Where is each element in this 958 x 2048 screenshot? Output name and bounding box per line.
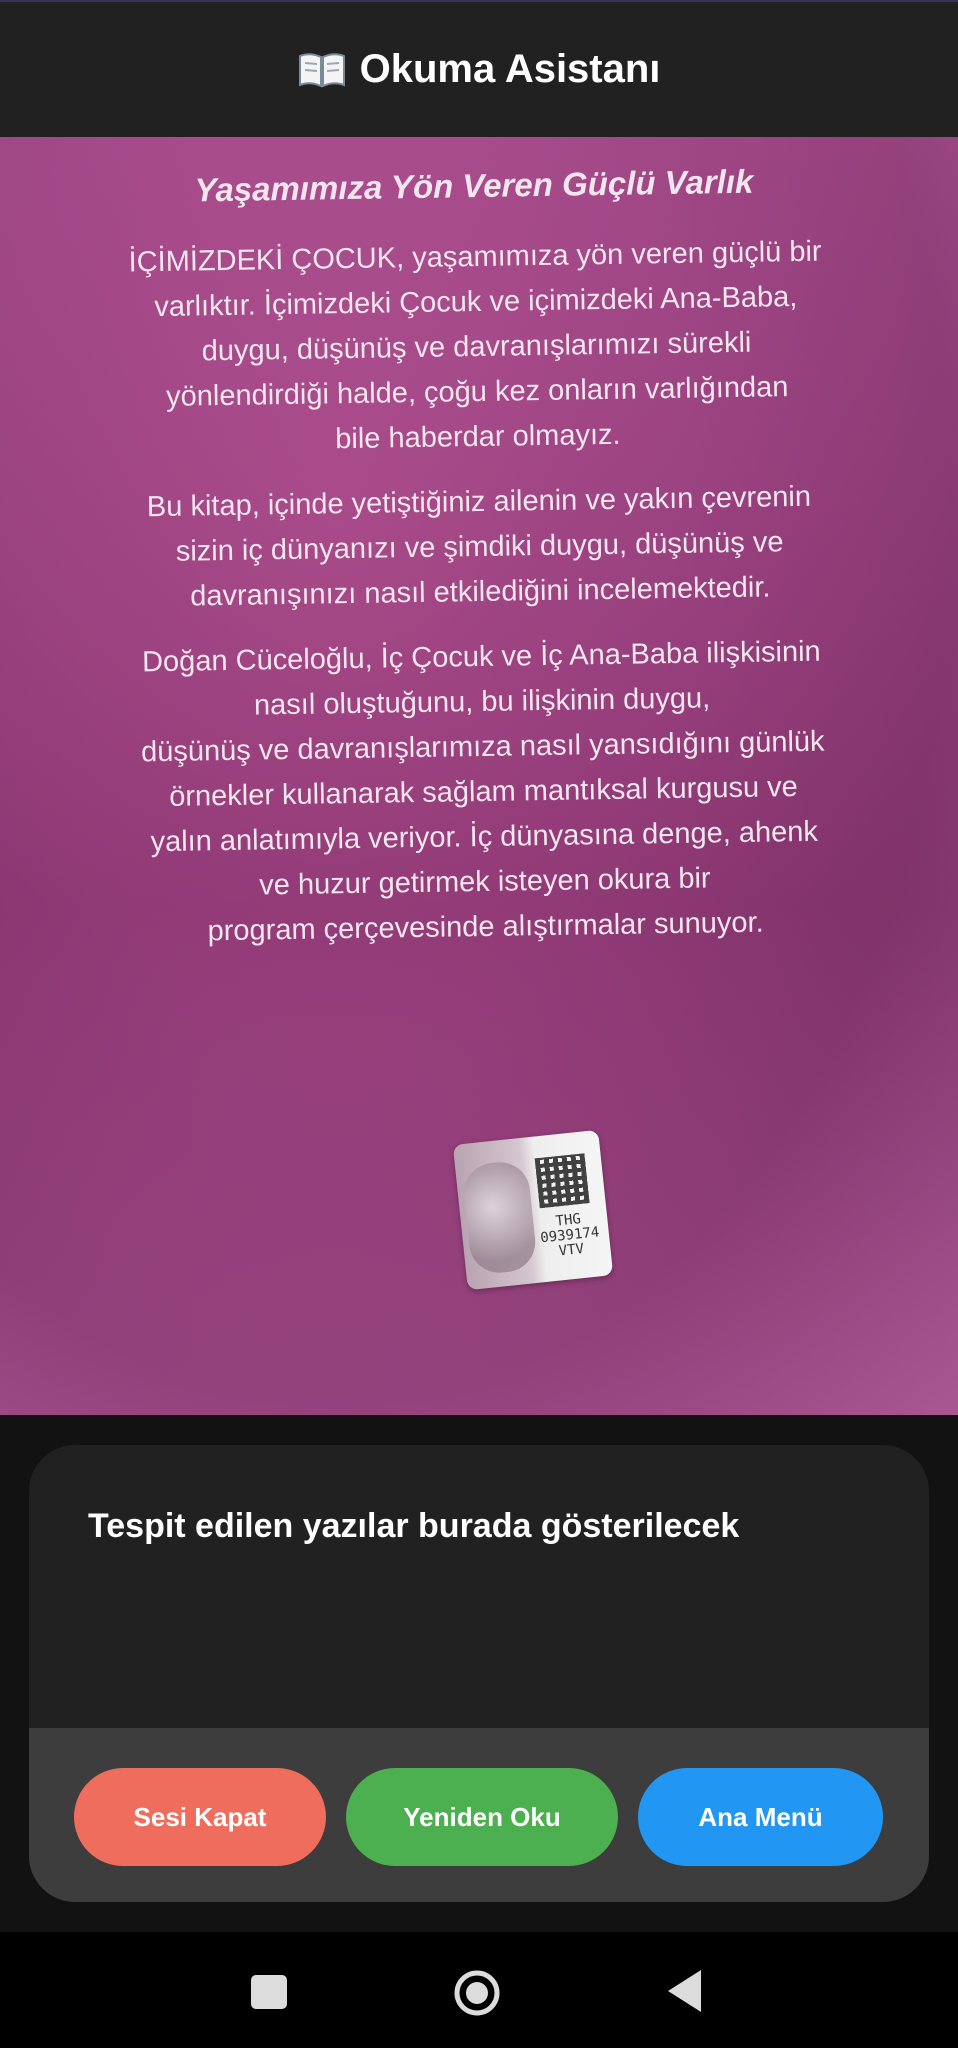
- reread-button[interactable]: Yeniden Oku: [346, 1768, 618, 1866]
- qr-code: [534, 1153, 590, 1209]
- camera-preview: Yaşamımıza Yön Veren Güçlü Varlık İÇİMİZ…: [0, 137, 958, 1415]
- book-paragraph: Doğan Cüceloğlu, İç Çocuk ve İç Ana-Baba…: [140, 635, 825, 948]
- book-paragraph: İÇİMİZDEKİ ÇOCUK, yaşamımıza yön veren g…: [128, 235, 822, 456]
- system-nav-bar: [0, 1932, 958, 2048]
- book-cover-text: Yaşamımıza Yön Veren Güçlü Varlık İÇİMİZ…: [54, 160, 907, 976]
- home-icon[interactable]: [453, 1969, 501, 2017]
- sticker-code: THG 0939174 VTV: [533, 1210, 607, 1262]
- back-icon[interactable]: [668, 1970, 701, 2012]
- app-title: Okuma Asistanı: [298, 47, 661, 92]
- mute-button[interactable]: Sesi Kapat: [74, 1768, 326, 1866]
- hologram-sticker: THG 0939174 VTV: [452, 1129, 614, 1291]
- open-book-icon: [298, 50, 346, 90]
- main-menu-button[interactable]: Ana Menü: [638, 1768, 883, 1866]
- recent-apps-icon[interactable]: [251, 1975, 287, 2009]
- result-card: Tespit edilen yazılar burada gösterilece…: [29, 1445, 929, 1902]
- book-paragraph: Bu kitap, içinde yetiştiğiniz ailenin ve…: [146, 480, 812, 613]
- button-bar: Sesi Kapat Yeniden Oku Ana Menü: [29, 1728, 929, 1902]
- app-bar: Okuma Asistanı: [0, 0, 958, 137]
- detected-text: Tespit edilen yazılar burada gösterilece…: [88, 1507, 740, 1545]
- app-title-text: Okuma Asistanı: [359, 47, 661, 91]
- hologram-seal: [461, 1159, 539, 1276]
